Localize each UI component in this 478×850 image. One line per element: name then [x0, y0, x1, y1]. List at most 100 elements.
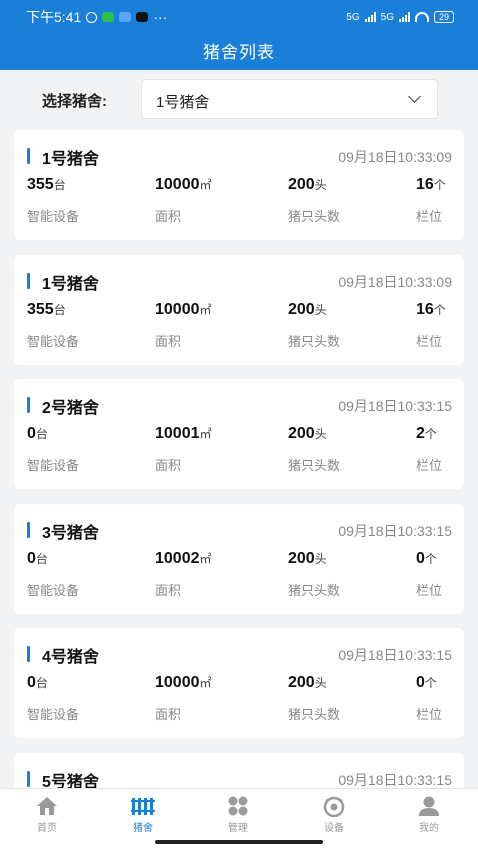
stat-area: 10000㎡ — [155, 301, 212, 319]
stat-pens: 16个 — [416, 176, 446, 194]
stat-pens-label: 栏位 — [416, 707, 443, 723]
tiktok-icon — [136, 12, 149, 22]
stat-area: 10002㎡ — [155, 550, 212, 568]
page-title: 猪舍列表 — [203, 43, 275, 62]
user-icon — [419, 796, 439, 816]
grid-icon — [228, 796, 248, 816]
barn-card[interactable]: 5号猪舍 09月18日10:33:15 — [14, 752, 464, 788]
tab-manage-label: 管理 — [228, 823, 248, 834]
stat-devices-label: 智能设备 — [27, 582, 80, 598]
barn-name: 1号猪舍 — [42, 151, 99, 168]
stat-area-value: 10000 — [155, 674, 200, 692]
tab-device-label: 设备 — [324, 823, 344, 834]
stat-pigs-unit: 头 — [314, 178, 327, 192]
barn-card[interactable]: 3号猪舍 09月18日10:33:15 0台 智能设备 10002㎡ 面积 200头 猪只头数… — [14, 503, 464, 614]
stat-pens-value: 0 — [416, 674, 425, 692]
stat-pigs: 200头 — [288, 301, 327, 319]
stat-area: 10000㎡ — [155, 176, 212, 194]
stat-pigs-value: 200 — [288, 425, 315, 443]
stat-pigs-value: 200 — [288, 300, 315, 318]
stat-devices-unit: 台 — [35, 551, 48, 566]
signal-icon — [364, 12, 376, 22]
tab-home[interactable]: 首页 — [17, 795, 77, 834]
barn-name: 3号猪舍 — [42, 524, 99, 542]
wifi-icon — [414, 12, 429, 22]
stat-devices-unit: 台 — [53, 178, 66, 192]
barn-name: 2号猪舍 — [42, 400, 99, 418]
card-accent-bar — [27, 770, 30, 787]
stat-pigs-label: 猪只头数 — [288, 707, 341, 723]
stat-devices-value: 0 — [27, 674, 36, 692]
stat-devices-value: 355 — [27, 300, 54, 318]
stat-pens-label: 栏位 — [416, 582, 443, 598]
card-accent-bar — [27, 646, 30, 663]
stat-area-value: 10002 — [155, 549, 200, 567]
stat-pens-value: 2 — [416, 425, 425, 443]
network-label-2: 5G — [380, 11, 394, 23]
stat-area-label: 面积 — [155, 707, 182, 723]
barn-updated-time: 09月18日10:33:09 — [338, 149, 452, 165]
barn-name: 1号猪舍 — [42, 275, 99, 293]
stat-pens-value: 16 — [416, 176, 434, 193]
stat-area-label: 面积 — [155, 582, 182, 598]
barn-filter: 选择猪舍: 1号猪舍 — [0, 78, 478, 120]
stat-area-unit: ㎡ — [199, 427, 212, 442]
barn-card[interactable]: 1号猪舍 09月18日10:33:09 355台 智能设备 10000㎡ 面积 200头 猪只… — [14, 130, 464, 240]
stat-devices-unit: 台 — [53, 302, 66, 317]
stat-pigs: 200头 — [288, 176, 327, 194]
tab-profile-label: 我的 — [419, 823, 439, 834]
barn-select[interactable]: 1号猪舍 — [141, 79, 438, 119]
stat-pens-label: 栏位 — [416, 458, 443, 474]
stat-pens: 16个 — [416, 301, 446, 319]
stat-pens-unit: 个 — [424, 676, 437, 691]
stat-area-unit: ㎡ — [199, 551, 212, 566]
stat-pens-unit: 个 — [424, 427, 437, 442]
tab-device[interactable]: 设备 — [304, 795, 364, 834]
stat-pens-label: 栏位 — [416, 333, 443, 349]
stat-devices-unit: 台 — [35, 676, 48, 691]
stat-pigs-label: 猪只头数 — [288, 333, 341, 349]
stat-pens-unit: 个 — [424, 551, 437, 566]
stat-pens: 2个 — [416, 425, 437, 443]
card-accent-bar — [27, 148, 30, 164]
stat-area: 10000㎡ — [155, 674, 212, 692]
network-label-1: 5G — [346, 11, 360, 23]
barn-list[interactable]: 1号猪舍 09月18日10:33:09 355台 智能设备 10000㎡ 面积 200头 猪只… — [14, 130, 464, 788]
stat-pigs-label: 猪只头数 — [288, 209, 341, 224]
home-icon — [37, 797, 57, 815]
stat-pigs-value: 200 — [288, 176, 315, 193]
barn-card[interactable]: 2号猪舍 09月18日10:33:15 0台 智能设备 10001㎡ 面积 200头 猪只头数… — [14, 379, 464, 490]
stat-area-unit: ㎡ — [199, 302, 212, 317]
status-time: 下午5:41 — [26, 9, 82, 25]
stat-pigs-unit: 头 — [314, 302, 327, 317]
stat-pigs-label: 猪只头数 — [288, 458, 341, 474]
stat-devices-value: 0 — [27, 425, 36, 443]
barn-updated-time: 09月18日10:33:15 — [338, 647, 452, 664]
barn-card[interactable]: 1号猪舍 09月18日10:33:09 355台 智能设备 10000㎡ 面积 200头 猪只… — [14, 254, 464, 365]
tab-manage[interactable]: 管理 — [208, 795, 268, 834]
stat-pens-unit: 个 — [433, 178, 446, 192]
barn-updated-time: 09月18日10:33:15 — [338, 398, 452, 415]
stat-devices: 0台 — [27, 674, 48, 692]
stat-pens: 0个 — [416, 550, 437, 568]
wechat-icon — [102, 12, 115, 22]
stat-devices: 355台 — [27, 301, 66, 319]
tab-barn[interactable]: 猪舍 — [113, 795, 173, 834]
stat-pigs: 200头 — [288, 674, 327, 692]
stat-devices: 0台 — [27, 425, 48, 443]
stat-devices-unit: 台 — [35, 427, 48, 442]
stat-pens: 0个 — [416, 674, 437, 692]
home-indicator — [155, 840, 323, 844]
stat-pigs-unit: 头 — [314, 551, 327, 566]
barn-updated-time: 09月18日10:33:15 — [338, 522, 452, 539]
barn-card[interactable]: 4号猪舍 09月18日10:33:15 0台 智能设备 10000㎡ 面积 200头 猪只头数… — [14, 628, 464, 739]
stat-pigs-label: 猪只头数 — [288, 582, 341, 598]
app-header: 下午5:41 ··· 5G 5G 29 猪舍列表 — [0, 0, 478, 70]
stat-pens-unit: 个 — [433, 302, 446, 317]
app-notification-icon — [119, 12, 132, 22]
card-accent-bar — [27, 521, 30, 538]
stat-area-value: 10000 — [155, 300, 200, 318]
stat-area-label: 面积 — [155, 458, 182, 474]
stat-pigs-unit: 头 — [314, 676, 327, 691]
tab-profile[interactable]: 我的 — [399, 795, 459, 834]
